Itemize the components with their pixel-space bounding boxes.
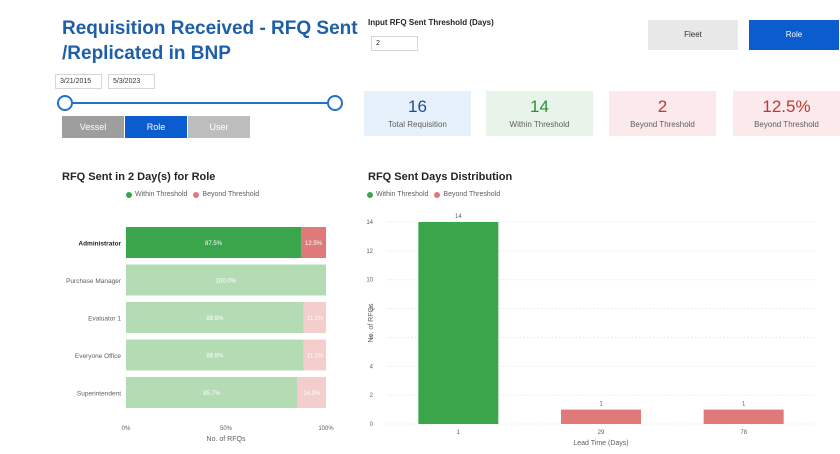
y-axis-title: No. of RFQs (368, 303, 375, 342)
legend-beyond-label: Beyond Threshold (202, 191, 260, 198)
data-label: 87.5% (205, 241, 223, 247)
x-tick-label: 29 (598, 430, 605, 436)
legend-within-dot (367, 191, 373, 198)
kpi-label: Beyond Threshold (630, 120, 695, 129)
page-title-line2: /Replicated in BNP (62, 43, 231, 64)
kpi-beyond-threshold-percent: 12.5% Beyond Threshold (733, 91, 840, 136)
data-label: 1 (599, 402, 603, 408)
x-tick-label: 50% (220, 426, 233, 432)
date-range-slider-track[interactable] (65, 102, 335, 104)
right-chart-legend: Within Threshold Beyond Threshold (367, 191, 500, 198)
bar (703, 409, 784, 424)
y-tick-label: 2 (370, 393, 374, 399)
kpi-label: Total Requisition (388, 120, 447, 129)
x-tick-label: 0% (122, 426, 131, 432)
left-chart-title: RFQ Sent in 2 Day(s) for Role (62, 171, 216, 183)
page-title: Requisition Received - RFQ Sent /Replica… (62, 16, 362, 66)
data-label: 14 (455, 214, 462, 220)
legend-beyond-dot (193, 191, 200, 198)
y-tick-label: Evaluator 1 (88, 316, 121, 323)
x-axis-title: Lead Time (Days) (573, 440, 628, 447)
x-tick-label: 78 (740, 430, 747, 436)
data-label: 85.7% (203, 391, 221, 397)
data-label: 11.1% (307, 316, 324, 322)
right-chart-title: RFQ Sent Days Distribution (368, 171, 513, 183)
threshold-input[interactable]: 2 (371, 36, 418, 51)
role-button[interactable]: Role (749, 20, 839, 50)
data-label: 88.9% (206, 316, 224, 322)
y-tick-label: Superintendent (77, 391, 121, 398)
y-tick-label: 14 (366, 220, 373, 226)
data-label: 100.0% (216, 279, 237, 285)
x-tick-label: 1 (457, 430, 461, 436)
y-tick-label: 10 (366, 278, 373, 284)
fleet-button[interactable]: Fleet (648, 20, 738, 50)
kpi-total-requisition: 16 Total Requisition (364, 91, 471, 136)
threshold-input-label: Input RFQ Sent Threshold (Days) (368, 18, 494, 27)
page-title-line1: Requisition Received - RFQ Sent (62, 18, 358, 39)
x-tick-label: 100% (318, 426, 334, 432)
kpi-value: 12.5% (762, 97, 811, 116)
data-label: 14.3% (303, 391, 321, 397)
date-range-end-handle[interactable] (327, 95, 343, 111)
legend-within-label: Within Threshold (135, 191, 188, 198)
view-toggle-role[interactable]: Role (125, 116, 187, 138)
kpi-value: 14 (530, 97, 549, 116)
y-tick-label: 0 (370, 422, 374, 428)
bar (561, 409, 641, 424)
bar (418, 222, 499, 424)
y-tick-label: 12 (366, 249, 373, 255)
data-label: 88.9% (206, 354, 224, 360)
date-range-start-handle[interactable] (57, 95, 73, 111)
data-label: 11.1% (307, 354, 324, 360)
y-tick-label: Everyone Office (75, 353, 122, 360)
kpi-beyond-threshold-count: 2 Beyond Threshold (609, 91, 716, 136)
left-chart-legend: Within Threshold Beyond Threshold (126, 191, 259, 198)
kpi-within-threshold: 14 Within Threshold (486, 91, 593, 136)
kpi-label: Beyond Threshold (754, 120, 819, 129)
lead-time-distribution-chart: 141 1 02468101214No. of RFQs1 29 78Lead Tim… (366, 214, 815, 447)
data-label: 12.5% (305, 241, 323, 247)
data-label: 1 (742, 402, 746, 408)
kpi-label: Within Threshold (509, 120, 570, 129)
kpi-value: 2 (657, 97, 668, 116)
x-axis-title: No. of RFQs (207, 436, 246, 443)
legend-beyond-label: Beyond Threshold (443, 191, 501, 198)
y-tick-label: Administrator (78, 241, 121, 248)
y-tick-label: 4 (370, 364, 374, 370)
kpi-value: 16 (408, 97, 427, 116)
legend-within-dot (126, 191, 132, 198)
view-toggle-user[interactable]: User (188, 116, 250, 138)
view-toggle-vessel[interactable]: Vessel (62, 116, 124, 138)
y-tick-label: Purchase Manager (66, 278, 122, 285)
role-threshold-chart: 87.5% 12.5% 100.0% 88.9% 11.1% 88.9% 11.1% 85.7… (66, 227, 334, 443)
start-date-input[interactable]: 3/21/2015 (55, 74, 102, 89)
end-date-input[interactable]: 5/3/2023 (108, 74, 155, 89)
legend-within-label: Within Threshold (376, 191, 429, 198)
legend-beyond-dot (434, 191, 441, 198)
